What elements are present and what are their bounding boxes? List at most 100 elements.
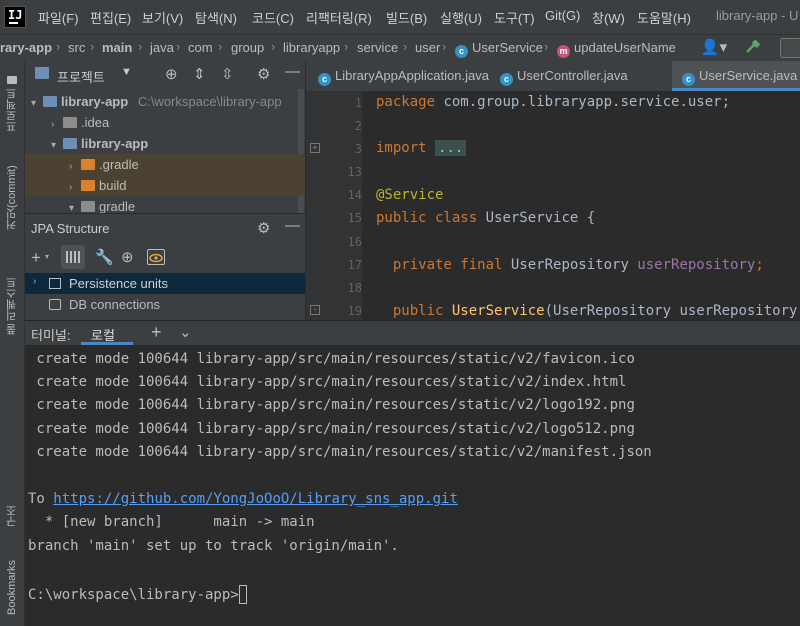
breadcrumb-user[interactable]: user <box>415 40 440 55</box>
project-view-icon <box>35 67 49 79</box>
tree-item-idea[interactable]: › .idea <box>25 112 305 133</box>
breadcrumb-service[interactable]: service <box>357 40 398 55</box>
jpa-item-db-connections[interactable]: DB connections <box>25 294 305 315</box>
jpa-panel-title: JPA Structure <box>31 221 110 236</box>
line-number: 18 <box>347 281 362 295</box>
menu-view[interactable]: 보기(V) <box>142 8 183 27</box>
chevron-down-icon[interactable]: ▼ <box>121 66 132 78</box>
persistence-view-icon[interactable] <box>61 245 85 269</box>
breadcrumb-project[interactable]: rary-app <box>0 40 52 55</box>
fold-collapse-icon[interactable]: - <box>310 305 320 315</box>
code-line-import: import ... <box>376 140 467 156</box>
tool-tab-structure[interactable]: 구조 <box>0 486 24 546</box>
gear-icon[interactable]: ⚙ <box>257 219 270 237</box>
menu-navigate[interactable]: 탐색(N) <box>195 8 237 27</box>
breadcrumb-java[interactable]: java <box>150 40 174 55</box>
menu-run[interactable]: 실행(U) <box>440 8 482 27</box>
minimize-icon[interactable]: — <box>285 217 300 234</box>
chevron-down-icon[interactable]: ⌄ <box>179 323 192 341</box>
chevron-right-icon[interactable]: › <box>69 156 79 177</box>
folded-imports[interactable]: ... <box>435 140 467 156</box>
user-profile-icon[interactable]: 👤▾ <box>700 38 728 56</box>
menu-file[interactable]: 파일(F) <box>38 8 79 27</box>
line-number: 19 <box>347 304 362 318</box>
menu-refactor[interactable]: 리팩터링(R) <box>306 8 372 27</box>
tree-item-gradle[interactable]: ▾ gradle <box>25 196 305 213</box>
expand-all-icon[interactable]: ⇕ <box>193 65 206 83</box>
tool-tab-pull-requests[interactable]: 풀 리퀘스트 <box>0 261 24 351</box>
tool-tab-commit[interactable]: 커밋(commit) <box>0 153 24 243</box>
menu-help[interactable]: 도움말(H) <box>637 8 691 27</box>
terminal-line: branch 'main' set up to track 'origin/ma… <box>28 538 399 554</box>
chevron-down-icon[interactable]: ▾ <box>51 135 61 156</box>
breadcrumb-class[interactable]: c UserService <box>455 40 543 58</box>
menu-window[interactable]: 창(W) <box>592 8 625 27</box>
folder-icon <box>7 76 17 85</box>
chevron-right-icon[interactable]: › <box>51 114 61 135</box>
code-editor[interactable]: package com.group.libraryapp.service.use… <box>362 91 800 320</box>
menu-code[interactable]: 코드(C) <box>252 8 294 27</box>
breadcrumb-class-label: UserService <box>472 40 543 55</box>
project-panel-title[interactable]: 프로젝트 <box>57 67 105 86</box>
eye-preview-icon[interactable] <box>147 249 165 265</box>
code-line-annotation: @Service <box>376 187 444 203</box>
add-icon[interactable]: + <box>31 248 41 268</box>
menu-git[interactable]: Git(G) <box>545 8 580 23</box>
chevron-right-icon[interactable]: › <box>69 177 79 198</box>
intellij-logo-icon[interactable]: IJ <box>4 6 26 28</box>
breadcrumb-main[interactable]: main <box>102 40 132 55</box>
chevron-down-icon[interactable]: ▾ <box>31 93 41 114</box>
add-tab-icon[interactable]: + <box>151 322 162 343</box>
collapse-all-icon[interactable]: ⇳ <box>221 65 234 83</box>
breadcrumb-method[interactable]: m updateUserName <box>557 40 676 58</box>
terminal-tab-local[interactable]: 로컬 <box>81 321 133 345</box>
breadcrumb-libraryapp[interactable]: libraryapp <box>283 40 340 55</box>
menu-edit[interactable]: 편집(E) <box>90 8 131 27</box>
terminal-output[interactable]: create mode 100644 library-app/src/main/… <box>25 345 800 626</box>
class-icon: c <box>682 73 695 86</box>
class-icon: c <box>318 73 331 86</box>
tree-item-library-app[interactable]: ▾ library-app <box>25 133 305 154</box>
remote-url-link[interactable]: https://github.com/YongJoOoO/Library_sns… <box>53 491 458 507</box>
tab-user-controller[interactable]: c UserController.java <box>488 61 668 91</box>
locate-file-icon[interactable]: ⊕ <box>165 65 178 83</box>
breadcrumb-method-label: updateUserName <box>574 40 676 55</box>
breadcrumb-com[interactable]: com <box>188 40 213 55</box>
line-number-gutter: 1 2 3 + 13 14 15 16 17 18 19 - <box>306 91 362 320</box>
tab-library-app-application[interactable]: c LibraryAppApplication.java <box>306 61 489 91</box>
tab-user-service[interactable]: c UserService.java <box>672 61 800 91</box>
chevron-down-icon[interactable]: ▾ <box>69 198 79 213</box>
fold-expand-icon[interactable]: + <box>310 143 320 153</box>
line-number: 15 <box>347 211 362 225</box>
breadcrumb-group[interactable]: group <box>231 40 264 55</box>
jpa-item-label: DB connections <box>69 297 161 312</box>
run-config-selector[interactable] <box>780 38 800 58</box>
jpa-item-persistence-units[interactable]: › Persistence units <box>25 273 305 294</box>
editor-tab-bar: c LibraryAppApplication.java c UserControl… <box>306 61 800 92</box>
crosshair-icon[interactable]: ⊕ <box>121 248 134 266</box>
tree-item-label: gradle <box>99 199 136 213</box>
terminal-line: create mode 100644 library-app/src/main/… <box>28 374 627 390</box>
minimize-icon[interactable]: — <box>285 63 300 80</box>
gear-icon[interactable]: ⚙ <box>257 65 270 83</box>
menu-tools[interactable]: 도구(T) <box>494 8 535 27</box>
code-line-field: private final UserRepository userReposit… <box>392 257 764 273</box>
build-hammer-icon[interactable] <box>745 39 761 54</box>
chevron-down-icon[interactable]: ▾ <box>45 252 49 261</box>
tool-tab-project[interactable]: 프로젝트 <box>0 69 24 139</box>
wrench-icon[interactable]: 🔧 <box>95 248 114 266</box>
breadcrumb-separator: › <box>176 39 181 54</box>
breadcrumb-separator: › <box>544 39 549 54</box>
tree-item-root[interactable]: ▾ library-app C:\workspace\library-app <box>25 91 305 112</box>
method-icon: m <box>557 45 570 58</box>
breadcrumb-src[interactable]: src <box>68 40 85 55</box>
chevron-right-icon[interactable]: › <box>33 276 43 287</box>
breadcrumb-separator: › <box>271 39 276 54</box>
tool-tab-bookmarks[interactable]: Bookmarks <box>0 551 24 623</box>
breadcrumb: rary-app › src › main › java › com › gro… <box>0 34 800 62</box>
tree-item-label: build <box>99 178 127 193</box>
tree-item-gradle-dir[interactable]: › .gradle <box>25 154 305 175</box>
tree-item-build[interactable]: › build <box>25 175 305 196</box>
menu-build[interactable]: 빌드(B) <box>386 8 427 27</box>
terminal-prompt[interactable]: C:\workspace\library-app> <box>28 585 247 604</box>
